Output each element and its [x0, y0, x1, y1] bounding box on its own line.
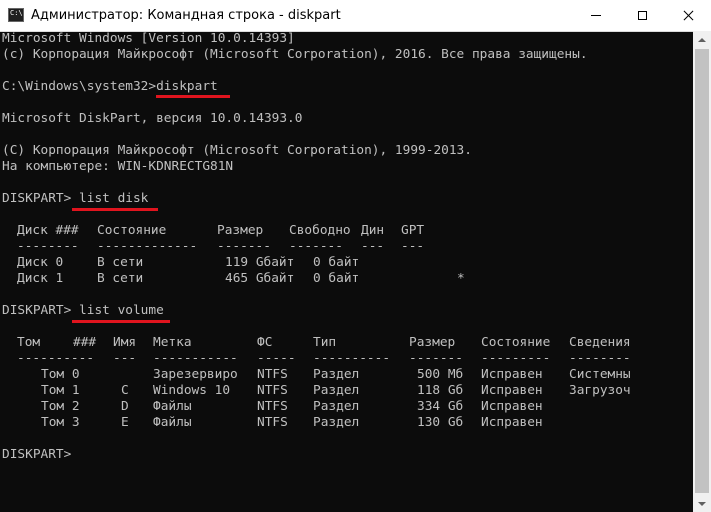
volume-size: 130 Gб	[417, 415, 464, 430]
close-icon	[683, 10, 694, 21]
table-separator: --------	[17, 239, 79, 254]
table-separator: -------	[217, 239, 271, 254]
disk-free: 0 байт	[313, 271, 360, 286]
table-header: GPT	[401, 223, 425, 238]
volume-name: Том 0	[41, 367, 80, 382]
table-separator: ----------	[313, 351, 391, 366]
volume-fs: NTFS	[257, 367, 288, 382]
console-line: (C) Корпорация Майкрософт (Microsoft Cor…	[2, 143, 472, 158]
table-separator: ---	[361, 239, 385, 254]
disk-size: 465 Gбайт	[225, 271, 295, 286]
table-header: Свободно	[289, 223, 351, 238]
volume-letter: C	[121, 383, 129, 398]
table-header: Сведения	[569, 335, 631, 350]
table-header: Размер	[217, 223, 264, 238]
volume-name: Том 1	[41, 383, 80, 398]
disk-gpt: *	[457, 271, 465, 286]
scrollbar-thumb[interactable]	[695, 49, 709, 493]
table-header: Дин	[361, 223, 385, 238]
volume-label: Windows 10	[153, 383, 231, 398]
minimize-icon	[591, 15, 601, 16]
volume-label: Файлы	[153, 399, 192, 414]
table-header: Размер	[409, 335, 456, 350]
table-header: Тип	[313, 335, 337, 350]
disk-free: 0 байт	[313, 255, 360, 270]
table-header: Том	[17, 335, 41, 350]
volume-status: Исправен	[481, 415, 543, 430]
volume-info: Загрузоч	[569, 383, 631, 398]
console-prompt[interactable]: DISKPART>	[2, 447, 71, 463]
console-line: Microsoft DiskPart, версия 10.0.14393.0	[2, 111, 303, 126]
arrow-up-icon	[698, 37, 706, 42]
volume-size: 118 Gб	[417, 383, 464, 398]
console-line: Microsoft Windows [Version 10.0.14393]	[2, 31, 295, 46]
command-prompt-window: Администратор: Командная строка - diskpa…	[0, 0, 711, 512]
table-separator: -------	[409, 351, 463, 366]
table-header: ФС	[257, 335, 273, 350]
title-bar[interactable]: Администратор: Командная строка - diskpa…	[0, 0, 711, 32]
cmd-icon	[8, 8, 24, 22]
maximize-button[interactable]	[619, 0, 665, 31]
console-line: DISKPART> list disk	[2, 191, 149, 206]
minimize-button[interactable]	[573, 0, 619, 31]
volume-type: Раздел	[313, 415, 360, 430]
disk-name: Диск 0	[17, 255, 64, 270]
volume-type: Раздел	[313, 367, 360, 382]
disk-status: В сети	[97, 271, 144, 286]
disk-size: 119 Gбайт	[225, 255, 295, 270]
table-separator: ---	[113, 351, 137, 366]
disk-status: В сети	[97, 255, 144, 270]
volume-letter: D	[121, 399, 129, 414]
volume-type: Раздел	[313, 383, 360, 398]
volume-letter: E	[121, 415, 129, 430]
volume-fs: NTFS	[257, 399, 288, 414]
table-separator: ---	[401, 239, 425, 254]
scroll-up-button[interactable]	[693, 31, 711, 48]
volume-label: Зарезервиро	[153, 367, 238, 382]
volume-type: Раздел	[313, 399, 360, 414]
list-disk-command-underline	[72, 208, 158, 211]
table-header: Метка	[153, 335, 192, 350]
table-header: Состояние	[481, 335, 551, 350]
table-header: Состояние	[97, 223, 167, 238]
console-line: На компьютере: WIN-KDNRECTG81N	[2, 159, 234, 174]
disk-name: Диск 1	[17, 271, 64, 286]
vertical-scrollbar[interactable]	[693, 31, 711, 512]
table-separator: ---------	[481, 351, 551, 366]
volume-info: Системны	[569, 367, 631, 382]
table-header: Имя	[113, 335, 137, 350]
table-separator: --------	[569, 351, 631, 366]
window-title: Администратор: Командная строка - diskpa…	[31, 8, 341, 23]
volume-fs: NTFS	[257, 415, 288, 430]
volume-size: 334 Gб	[417, 399, 464, 414]
console-line: C:\Windows\system32>diskpart	[2, 79, 218, 94]
diskpart-command-underline	[156, 95, 230, 98]
volume-name: Том 3	[41, 415, 80, 430]
console-line: DISKPART> list volume	[2, 303, 164, 318]
console-output[interactable]: Microsoft Windows [Version 10.0.14393] (…	[0, 31, 693, 512]
arrow-down-icon	[698, 501, 706, 506]
table-separator: -----	[257, 351, 296, 366]
volume-name: Том 2	[41, 399, 80, 414]
volume-status: Исправен	[481, 399, 543, 414]
scroll-down-button[interactable]	[693, 495, 711, 512]
console-line: (c) Корпорация Майкрософт (Microsoft Cor…	[2, 47, 588, 62]
volume-size: 500 Мб	[417, 367, 464, 382]
close-button[interactable]	[665, 0, 711, 31]
volume-status: Исправен	[481, 367, 543, 382]
table-separator: ----------	[17, 351, 95, 366]
table-header: ###	[73, 335, 97, 350]
volume-status: Исправен	[481, 383, 543, 398]
table-header: Диск ###	[17, 223, 79, 238]
table-separator: -----------	[153, 351, 238, 366]
list-volume-command-underline	[72, 320, 170, 323]
volume-fs: NTFS	[257, 383, 288, 398]
table-separator: -------------	[97, 239, 198, 254]
volume-label: Файлы	[153, 415, 192, 430]
maximize-icon	[637, 11, 647, 20]
table-separator: -------	[289, 239, 343, 254]
